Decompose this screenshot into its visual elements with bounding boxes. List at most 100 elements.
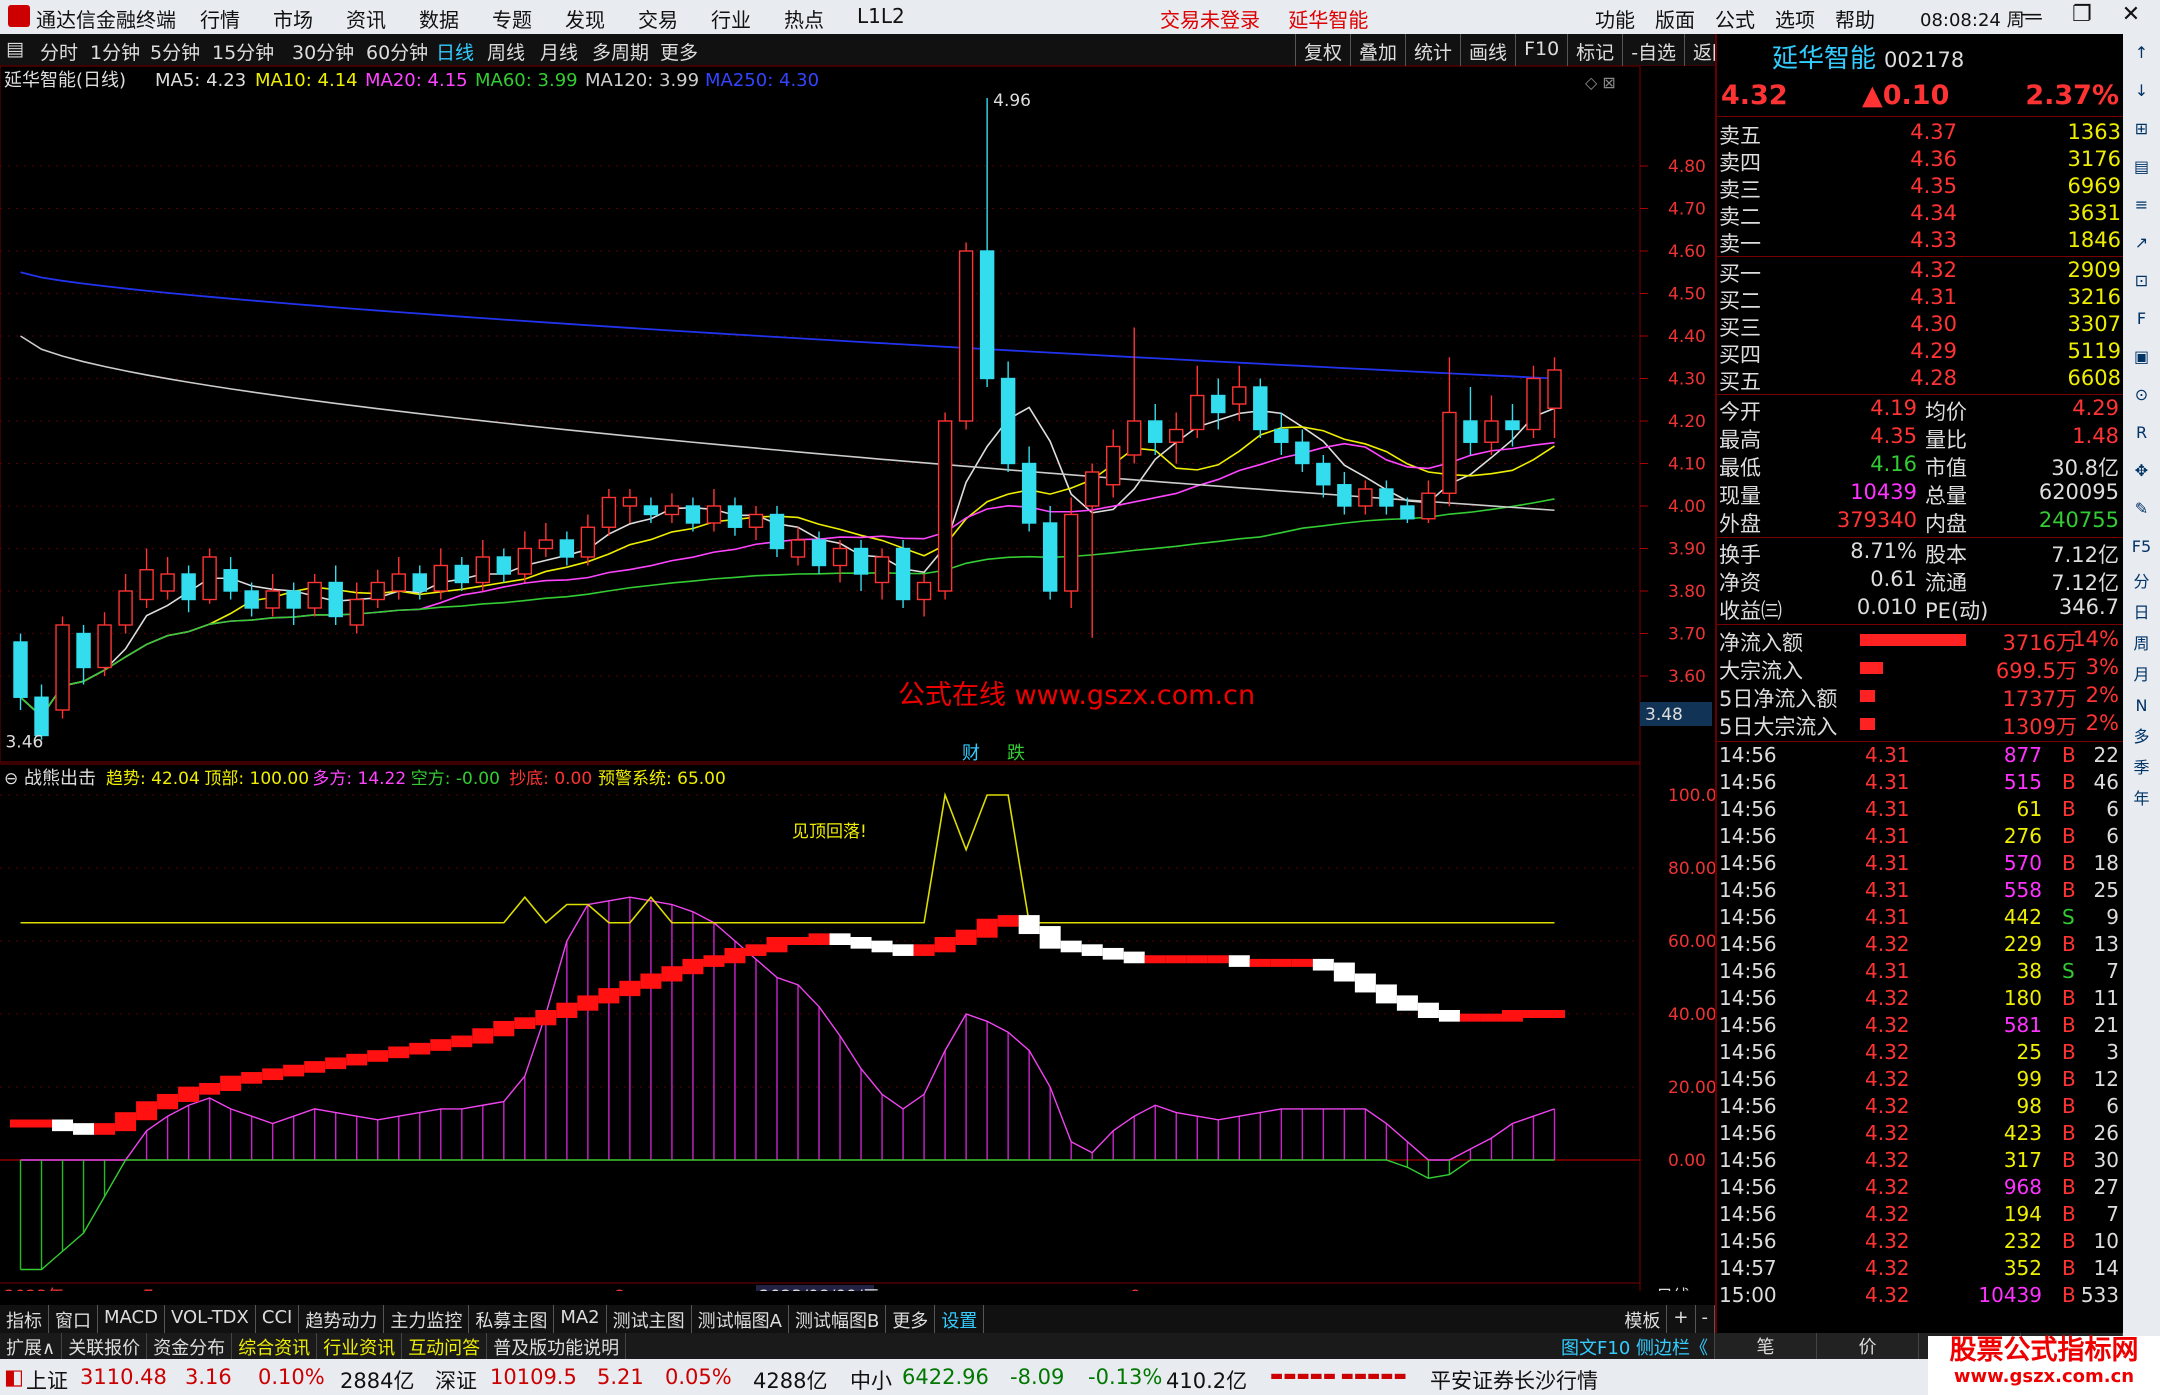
quote-tab-0[interactable]: 笔 [1715, 1333, 1817, 1359]
menu-2[interactable]: 资讯 [346, 4, 419, 33]
indicator-tab-10[interactable]: 测试幅图A [692, 1305, 789, 1333]
sidebar-tool-icon[interactable]: ▤ [2123, 148, 2160, 186]
bid-row[interactable]: 买二 4.31 3216 [1717, 285, 2125, 313]
menu-5[interactable]: 发现 [565, 4, 638, 33]
template-button-1[interactable]: + [1667, 1305, 1696, 1333]
sidebar-period-4[interactable]: N [2123, 690, 2160, 721]
menu-1[interactable]: 市场 [273, 4, 346, 33]
indicator-tab-8[interactable]: MA2 [554, 1305, 607, 1333]
indicator-tab-1[interactable]: 窗口 [49, 1305, 98, 1333]
period-tab-7[interactable]: 周线 [487, 38, 525, 65]
sidebar-period-2[interactable]: 周 [2123, 628, 2160, 659]
indicator-tab-0[interactable]: 指标 [0, 1305, 49, 1333]
period-tab-0[interactable]: 分时 [40, 38, 78, 65]
info-link-6[interactable]: 普及版功能说明 [487, 1333, 627, 1359]
info-link-0[interactable]: 扩展∧ [0, 1333, 63, 1359]
menu-7[interactable]: 行业 [711, 4, 784, 33]
event-badge-0[interactable]: 财 [962, 743, 980, 764]
period-tab-10[interactable]: 更多 [660, 38, 698, 65]
indicator-tab-5[interactable]: 趋势动力 [299, 1305, 385, 1333]
indicator-tab-12[interactable]: 更多 [886, 1305, 936, 1333]
func-menu-1[interactable]: 版面 [1655, 4, 1695, 33]
indicator-tab-3[interactable]: VOL-TDX [165, 1305, 256, 1333]
ad-banner[interactable]: 股票公式指标网 www.gszx.com.cn [1928, 1336, 2160, 1395]
minimize-icon[interactable]: — [2020, 2, 2042, 27]
sidebar-period-3[interactable]: 月 [2123, 659, 2160, 690]
bid-row[interactable]: 买五 4.28 6608 [1717, 366, 2125, 394]
info-link-4[interactable]: 行业资讯 [317, 1333, 403, 1359]
trade-login-status[interactable]: 交易未登录 [1160, 8, 1260, 32]
ask-row[interactable]: 卖四 4.36 3176 [1717, 147, 2125, 175]
sidebar-tool-icon[interactable]: ≡ [2123, 186, 2160, 224]
sidebar-period-7[interactable]: 年 [2123, 783, 2160, 814]
func-menu-3[interactable]: 选项 [1775, 4, 1815, 33]
menu-0[interactable]: 行情 [200, 4, 273, 33]
sidebar-tool-icon[interactable]: R [2123, 414, 2160, 452]
ask-row[interactable]: 卖五 4.37 1363 [1717, 120, 2125, 148]
tool-button-4[interactable]: F10 [1515, 34, 1567, 66]
info-link-2[interactable]: 资金分布 [147, 1333, 233, 1359]
tool-button-5[interactable]: 标记 [1567, 34, 1622, 66]
f10-sidebar-toggle[interactable]: 图文F10 侧边栏《 [1555, 1333, 1715, 1359]
sidebar-tool-icon[interactable]: F5 [2123, 528, 2160, 566]
indicator-menu-icon[interactable]: ⊖ [4, 769, 18, 789]
period-tab-5[interactable]: 60分钟 [366, 38, 428, 65]
period-tab-6[interactable]: 日线 [436, 38, 474, 65]
sidebar-tool-icon[interactable]: ↓ [2123, 72, 2160, 110]
sidebar-period-5[interactable]: 多 [2123, 721, 2160, 752]
event-badge-1[interactable]: 跌 [1007, 743, 1025, 764]
period-tab-4[interactable]: 30分钟 [292, 38, 354, 65]
template-button-0[interactable]: 模板 [1618, 1305, 1668, 1333]
template-button-2[interactable]: - [1696, 1305, 1715, 1333]
chart-settings-icon[interactable]: ◇ ⊠ [1585, 73, 1616, 92]
chart-area[interactable]: 4.80 4.70 4.60 4.50 4.40 4.30 4.20 4.10 4.00 3.90… [0, 66, 1715, 1291]
bid-row[interactable]: 买三 4.30 3307 [1717, 312, 2125, 340]
tool-button-2[interactable]: 统计 [1405, 34, 1460, 66]
ask-row[interactable]: 卖三 4.35 6969 [1717, 174, 2125, 202]
sidebar-tool-icon[interactable]: ↑ [2123, 34, 2160, 72]
indicator-tab-11[interactable]: 测试幅图B [789, 1305, 887, 1333]
ask-row[interactable]: 卖一 4.33 1846 [1717, 228, 2125, 256]
menu-3[interactable]: 数据 [419, 4, 492, 33]
tool-button-6[interactable]: -自选 [1622, 34, 1684, 66]
menu-4[interactable]: 专题 [492, 4, 565, 33]
period-tab-1[interactable]: 1分钟 [90, 38, 140, 65]
tool-button-0[interactable]: 复权 [1295, 34, 1350, 66]
bid-row[interactable]: 买一 4.32 2909 [1717, 258, 2125, 286]
menu-8[interactable]: 热点 [784, 4, 857, 33]
sidebar-period-1[interactable]: 日 [2123, 597, 2160, 628]
indicator-tab-9[interactable]: 测试主图 [607, 1305, 692, 1333]
indicator-tab-6[interactable]: 主力监控 [384, 1305, 470, 1333]
sidebar-period-6[interactable]: 季 [2123, 752, 2160, 783]
close-icon[interactable]: ✕ [2122, 2, 2140, 27]
func-menu-4[interactable]: 帮助 [1835, 4, 1875, 33]
period-tab-8[interactable]: 月线 [540, 38, 578, 65]
period-tab-9[interactable]: 多周期 [592, 38, 649, 65]
sidebar-tool-icon[interactable]: ▣ [2123, 338, 2160, 376]
info-link-3[interactable]: 综合资讯 [232, 1333, 318, 1359]
indicator-tab-13[interactable]: 设置 [935, 1305, 985, 1333]
ask-row[interactable]: 卖二 4.34 3631 [1717, 201, 2125, 229]
sidebar-tool-icon[interactable]: ⊙ [2123, 376, 2160, 414]
bid-row[interactable]: 买四 4.29 5119 [1717, 339, 2125, 367]
func-menu-0[interactable]: 功能 [1595, 4, 1635, 33]
indicator-tab-4[interactable]: CCI [256, 1305, 300, 1333]
menu-9[interactable]: L1L2 [857, 4, 930, 33]
period-tab-3[interactable]: 15分钟 [212, 38, 274, 65]
sidebar-tool-icon[interactable]: ✎ [2123, 490, 2160, 528]
info-link-1[interactable]: 关联报价 [62, 1333, 148, 1359]
sidebar-period-0[interactable]: 分 [2123, 566, 2160, 597]
period-tab-2[interactable]: 5分钟 [150, 38, 200, 65]
info-link-5[interactable]: 互动问答 [402, 1333, 488, 1359]
indicator-tab-2[interactable]: MACD [98, 1305, 165, 1333]
sidebar-tool-icon[interactable]: F [2123, 300, 2160, 338]
menu-6[interactable]: 交易 [638, 4, 711, 33]
sidebar-tool-icon[interactable]: ⊡ [2123, 262, 2160, 300]
quote-tab-1[interactable]: 价 [1817, 1333, 1919, 1359]
sidebar-tool-icon[interactable]: ↗ [2123, 224, 2160, 262]
indicator-tab-7[interactable]: 私募主图 [469, 1305, 555, 1333]
sidebar-tool-icon[interactable]: ⊞ [2123, 110, 2160, 148]
restore-icon[interactable]: ❐ [2072, 2, 2092, 27]
func-menu-2[interactable]: 公式 [1715, 4, 1755, 33]
period-menu-icon[interactable]: ▤ [6, 38, 24, 60]
